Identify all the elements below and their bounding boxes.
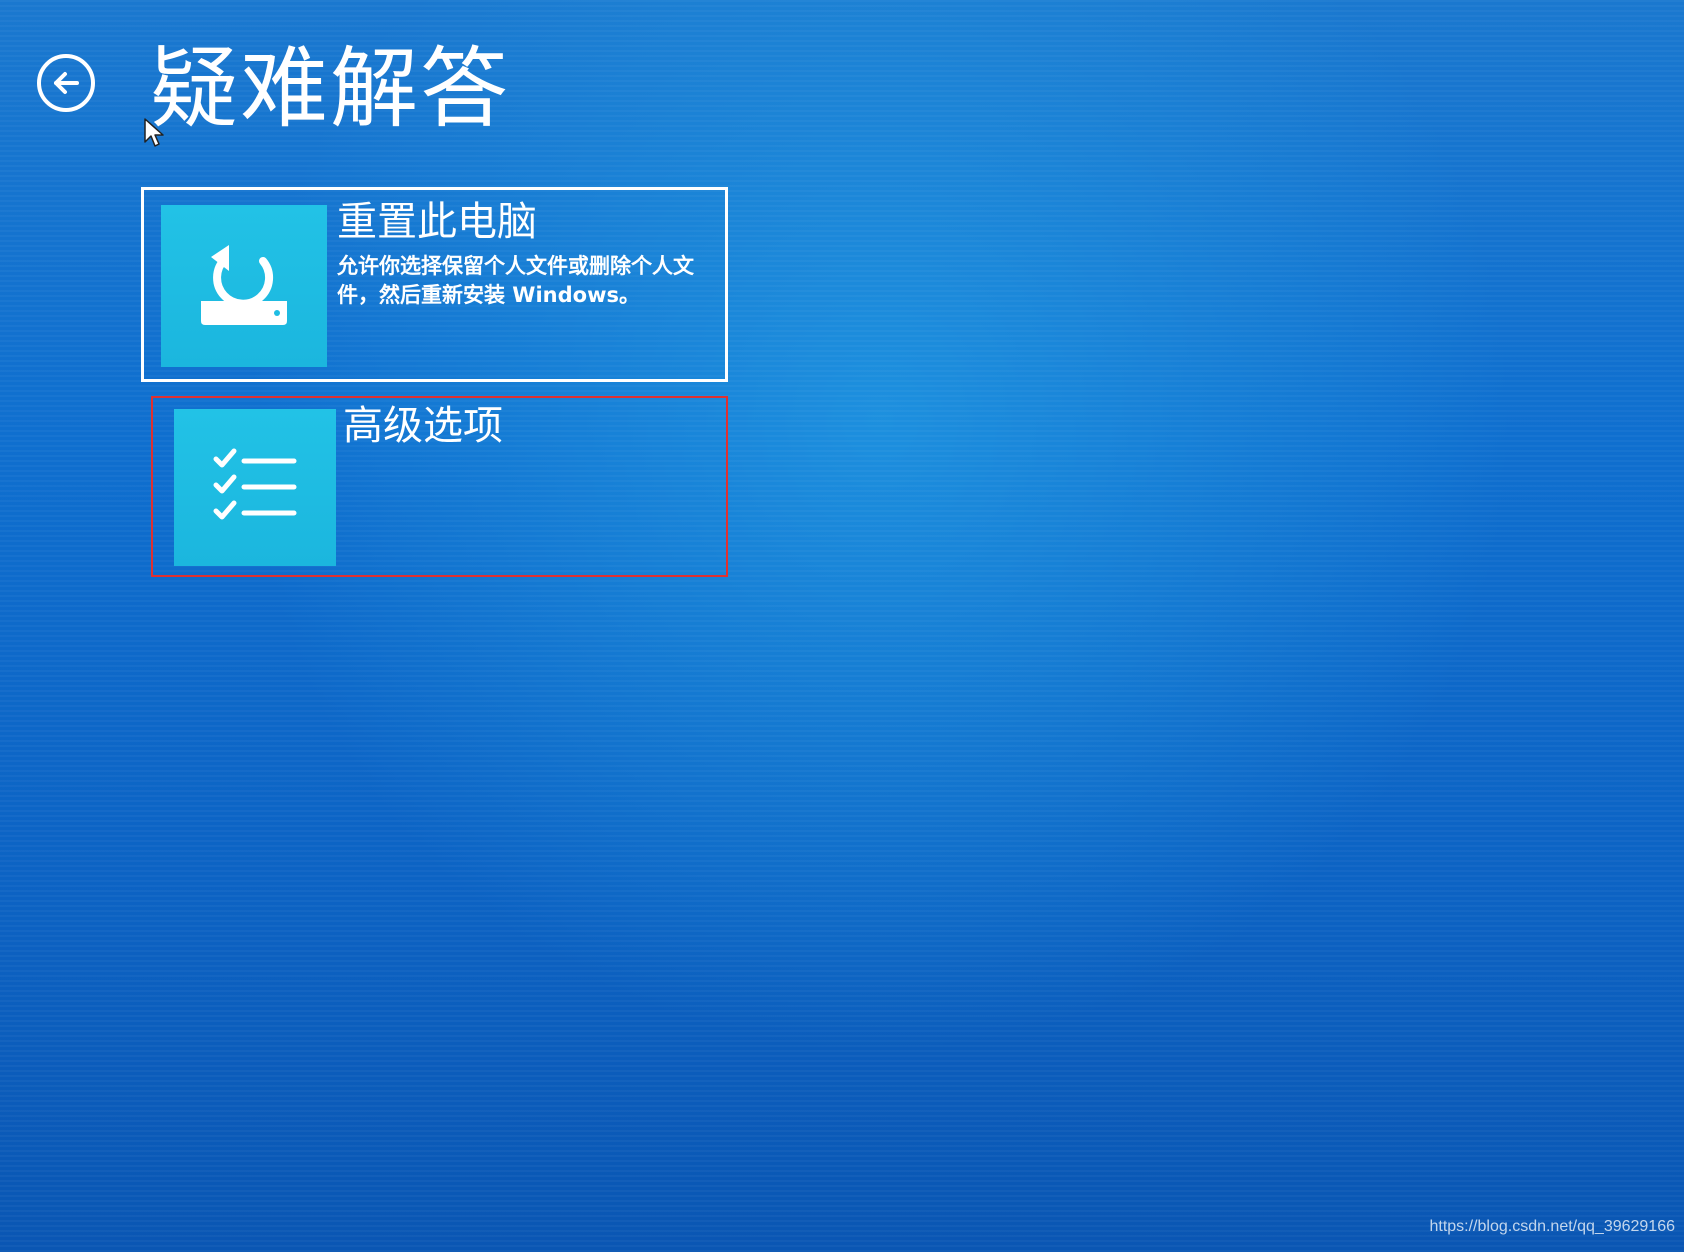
reset-pc-title: 重置此电脑 (337, 199, 537, 245)
back-button[interactable] (37, 54, 95, 112)
reset-pc-icon (201, 245, 287, 325)
advanced-options-tile (174, 409, 336, 566)
mouse-cursor-icon (144, 118, 164, 147)
reset-pc-description: 允许你选择保留个人文件或删除个人文件，然后重新安装 Windows。 (337, 254, 694, 307)
checklist-icon (213, 448, 297, 519)
reset-pc-tile (161, 205, 327, 367)
advanced-options-option[interactable]: 高级选项 (151, 396, 728, 577)
watermark: https://blog.csdn.net/qq_39629166 (1429, 1218, 1675, 1235)
page-title: 疑难解答 (150, 37, 511, 140)
advanced-options-title: 高级选项 (343, 403, 503, 449)
reset-pc-option[interactable]: 重置此电脑 允许你选择保留个人文件或删除个人文件，然后重新安装 Windows。 (141, 187, 728, 382)
arrow-left-icon (54, 72, 79, 94)
